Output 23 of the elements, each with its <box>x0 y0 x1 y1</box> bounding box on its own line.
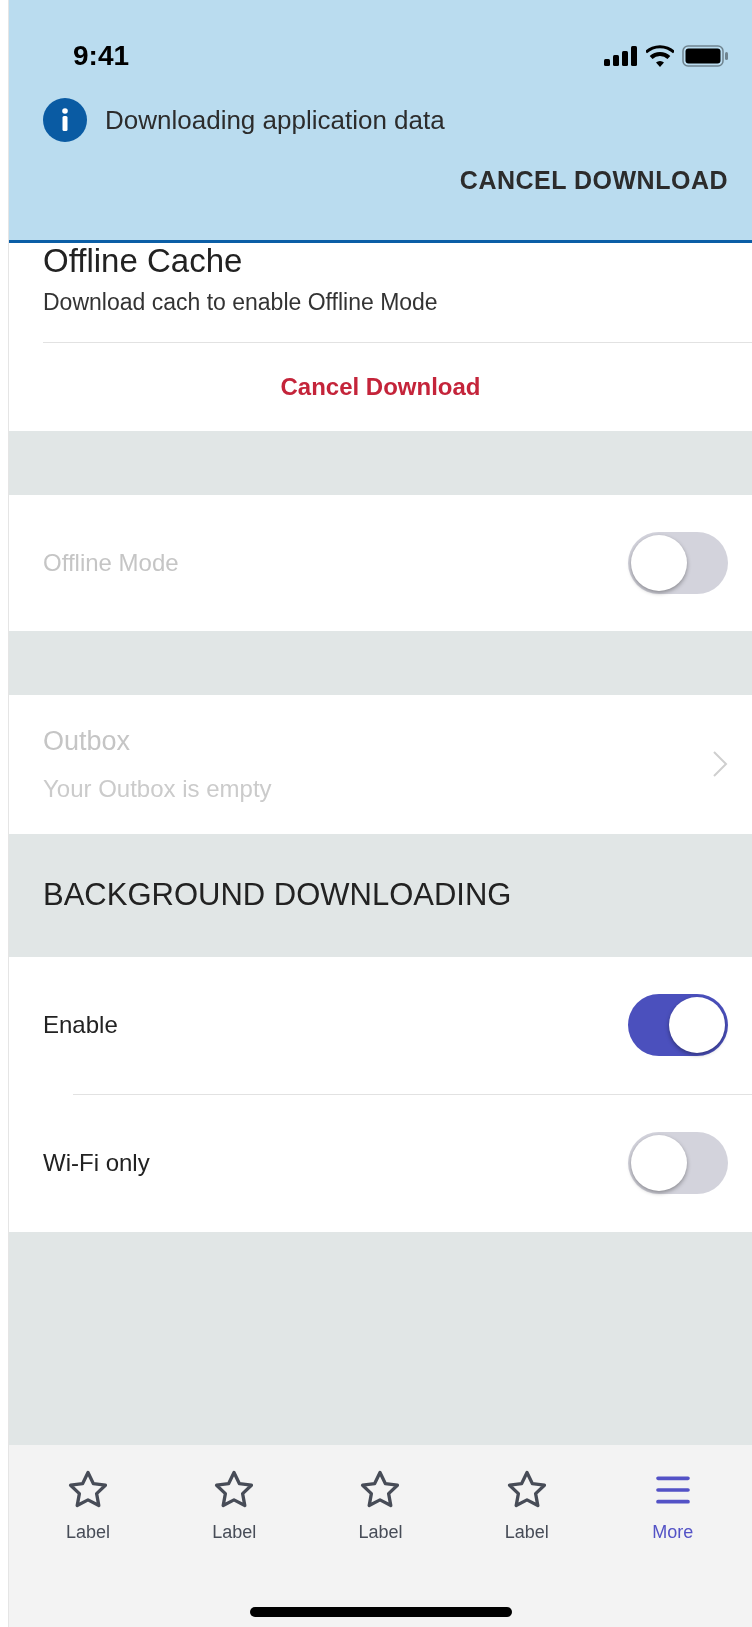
chevron-right-icon <box>712 750 728 778</box>
wifi-icon <box>646 45 674 67</box>
tab-item[interactable]: Label <box>179 1467 290 1546</box>
tab-item[interactable]: Label <box>471 1467 582 1546</box>
row-title: Outbox <box>43 724 132 758</box>
toggle-switch[interactable] <box>628 994 728 1056</box>
status-time: 9:41 <box>73 39 130 73</box>
signal-icon <box>604 46 638 66</box>
row-label: Enable <box>43 1010 118 1040</box>
cancel-download-link[interactable]: Cancel Download <box>280 368 481 405</box>
section-title: Offline Cache <box>43 243 244 279</box>
cancel-download-button[interactable]: CANCEL DOWNLOAD <box>459 162 728 200</box>
row-label: Wi-Fi only <box>43 1148 150 1178</box>
banner-message: Downloading application data <box>105 103 445 137</box>
tab-item[interactable]: Label <box>325 1467 436 1546</box>
row-label: Offline Mode <box>43 547 179 578</box>
battery-icon <box>682 45 728 67</box>
section-subtitle: Download cach to enable Offline Mode <box>43 285 752 343</box>
tab-item[interactable]: More <box>617 1467 728 1546</box>
tab-item[interactable]: Label <box>33 1467 144 1546</box>
info-icon <box>43 98 87 142</box>
toggle-switch[interactable] <box>628 1132 728 1194</box>
section-heading: BACKGROUND DOWNLOADING <box>43 875 512 914</box>
